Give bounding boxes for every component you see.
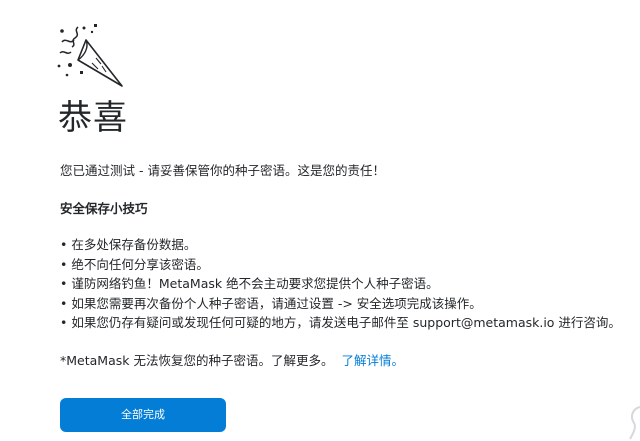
end-of-flow-page: 恭喜 您已通过测试 - 请妥善保管你的种子密语。这是您的责任！ 安全保存小技巧 … (0, 0, 640, 441)
tip-item: 谨防网络钓鱼！MetaMask 绝不会主动要求您提供个人种子密语。 (60, 274, 621, 294)
all-done-button[interactable]: 全部完成 (60, 398, 226, 432)
tip-item: 如果您需要再次备份个人种子密语，请通过设置 -> 安全选项完成该操作。 (60, 294, 621, 314)
footnote: *MetaMask 无法恢复您的种子密语。了解更多。 了解详情。 (60, 351, 404, 371)
learn-more-link[interactable]: 了解详情。 (341, 353, 404, 368)
scroll-indicator-icon (629, 406, 640, 440)
tips-list: 在多处保存备份数据。 绝不向任何分享该密语。 谨防网络钓鱼！MetaMask 绝… (60, 235, 621, 333)
intro-text: 您已通过测试 - 请妥善保管你的种子密语。这是您的责任！ (60, 163, 385, 178)
footnote-text: *MetaMask 无法恢复您的种子密语。了解更多。 (60, 353, 334, 368)
tip-item: 绝不向任何分享该密语。 (60, 255, 621, 275)
tip-item: 如果您仍存有疑问或发现任何可疑的地方，请发送电子邮件至 support@meta… (60, 313, 621, 333)
party-popper-icon (57, 24, 123, 87)
tip-item: 在多处保存备份数据。 (60, 235, 621, 255)
tips-heading: 安全保存小技巧 (60, 201, 148, 216)
page-title: 恭喜 (58, 98, 128, 138)
